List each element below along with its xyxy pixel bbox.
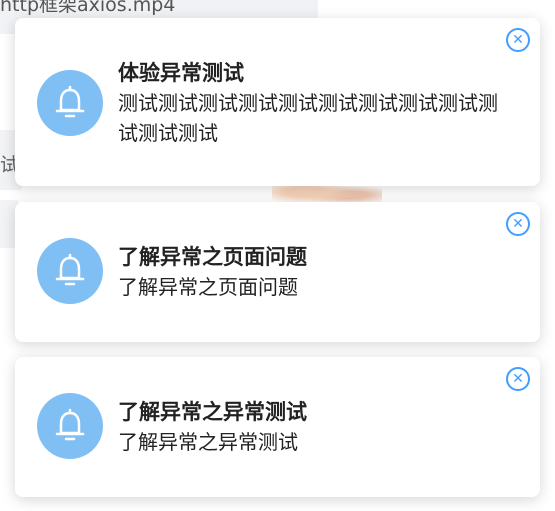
notification-message: 了解异常之页面问题 [118,275,298,299]
close-icon[interactable]: ✕ [506,367,530,391]
notification-card: 了解异常之异常测试 了解异常之异常测试 ✕ [15,357,540,497]
bell-icon [37,393,103,459]
notification-message: 了解异常之异常测试 [118,430,298,454]
close-icon[interactable]: ✕ [506,212,530,236]
notification-title: 体验异常测试 [118,61,244,85]
notification-title: 了解异常之页面问题 [118,245,307,269]
bell-icon [37,70,103,136]
background-video-title-text: http框架axios.mp4 [0,0,176,16]
notification-card: 了解异常之页面问题 了解异常之页面问题 ✕ [15,202,540,342]
notification-message: 测试测试测试测试测试测试测试测试测试测试测试测试 [118,91,498,145]
notification-content: 体验异常测试 测试测试测试测试测试测试测试测试测试测试测试测试 [118,58,510,148]
bell-icon [37,238,103,304]
close-icon[interactable]: ✕ [506,28,530,52]
notification-content: 了解异常之页面问题 了解异常之页面问题 [118,242,510,302]
notification-title: 了解异常之异常测试 [118,400,307,424]
notification-content: 了解异常之异常测试 了解异常之异常测试 [118,397,510,457]
notification-card: 体验异常测试 测试测试测试测试测试测试测试测试测试测试测试测试 ✕ [15,18,540,186]
